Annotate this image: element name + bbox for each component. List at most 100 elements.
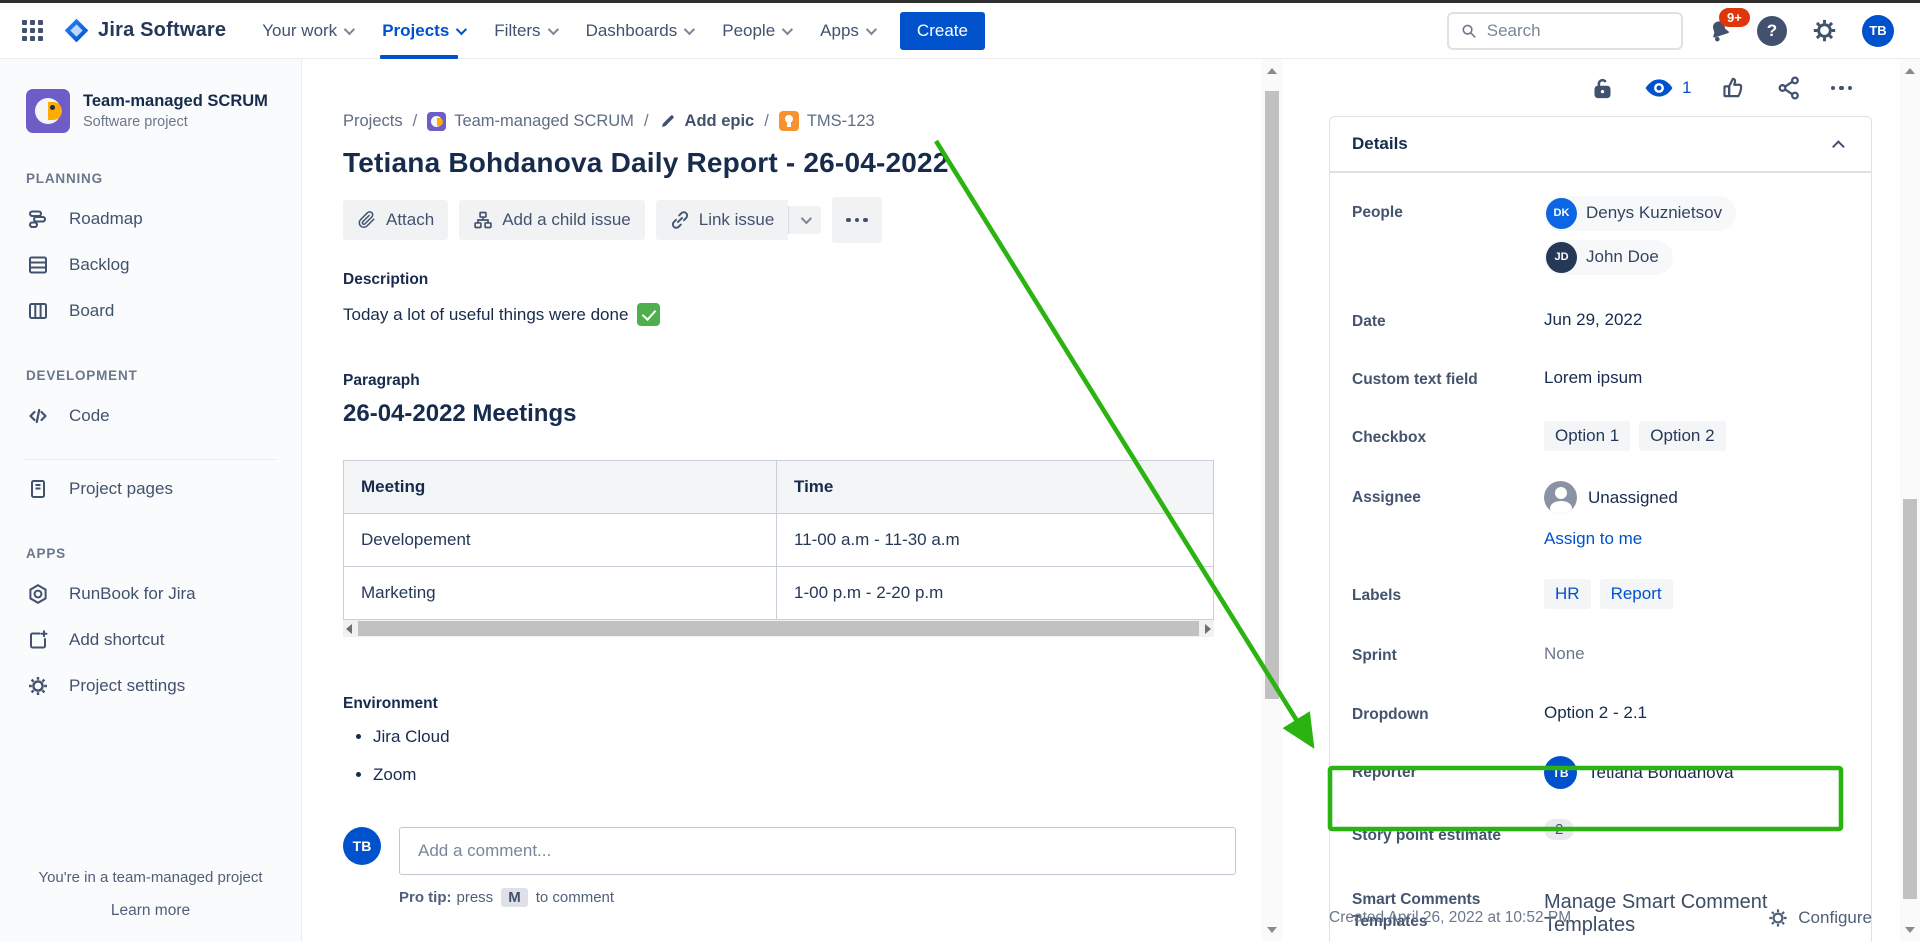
- link-issue-button[interactable]: Link issue: [656, 200, 789, 240]
- scroll-down-arrow-icon[interactable]: [1267, 927, 1277, 933]
- field-label: People: [1352, 196, 1544, 224]
- sidebar-item-backlog[interactable]: Backlog: [14, 242, 287, 288]
- details-card: Details People DK Denys Kuznietsov JD Jo…: [1329, 116, 1872, 942]
- watch-button[interactable]: 1: [1644, 77, 1691, 99]
- table-horizontal-scrollbar[interactable]: [343, 620, 1214, 637]
- checkbox-option-chip[interactable]: Option 1: [1544, 421, 1630, 451]
- comment-placeholder: Add a comment...: [418, 841, 551, 861]
- label-chip[interactable]: Report: [1600, 579, 1673, 609]
- create-button[interactable]: Create: [900, 12, 985, 50]
- sidebar-item-add-shortcut[interactable]: Add shortcut: [14, 617, 287, 663]
- nav-projects[interactable]: Projects: [382, 3, 464, 59]
- breadcrumb-issue-key[interactable]: TMS-123: [779, 111, 875, 131]
- field-story-points: Story point estimate 2: [1330, 804, 1871, 862]
- details-body: People DK Denys Kuznietsov JD John Doe D…: [1330, 173, 1871, 942]
- nav-people[interactable]: People: [722, 3, 790, 59]
- page-vertical-scrollbar[interactable]: [1900, 59, 1920, 942]
- sidebar-item-label: Project settings: [69, 676, 185, 696]
- sidebar-heading-planning: PLANNING: [14, 171, 287, 186]
- nav-dashboards[interactable]: Dashboards: [586, 3, 693, 59]
- nav-filters[interactable]: Filters: [494, 3, 555, 59]
- project-header[interactable]: Team-managed SCRUM Software project: [14, 85, 287, 137]
- people-chip[interactable]: JD John Doe: [1544, 240, 1673, 275]
- issue-action-bar: Attach Add a child issue: [343, 197, 1236, 243]
- dropdown-value[interactable]: Option 2 - 2.1: [1544, 698, 1851, 723]
- issue-type-icon: [779, 111, 799, 131]
- table-header-time: Time: [777, 461, 1214, 514]
- breadcrumb-separator: /: [764, 112, 769, 131]
- date-value[interactable]: Jun 29, 2022: [1544, 305, 1851, 330]
- configure-button[interactable]: Configure: [1767, 907, 1872, 929]
- sidebar-item-project-pages[interactable]: Project pages: [14, 466, 287, 512]
- vertical-scrollbar-thumb[interactable]: [1903, 499, 1917, 899]
- paperclip-icon: [357, 210, 377, 230]
- user-avatar[interactable]: TB: [1862, 15, 1894, 47]
- issue-main-content: Projects / Team-managed SCRUM / Add epic…: [302, 59, 1262, 942]
- unassigned-avatar-icon: [1544, 481, 1577, 514]
- horizontal-scrollbar-thumb[interactable]: [358, 621, 1199, 636]
- gear-icon: [26, 674, 50, 698]
- jira-logo[interactable]: Jira Software: [63, 17, 226, 44]
- vote-button[interactable]: [1721, 75, 1747, 101]
- learn-more-link[interactable]: Learn more: [0, 902, 301, 920]
- sprint-value[interactable]: None: [1544, 639, 1851, 664]
- table-row: Developement 11-00 a.m - 11-30 a.m: [344, 514, 1214, 567]
- reporter-value[interactable]: TB Tetiana Bohdanova: [1544, 756, 1734, 789]
- sidebar-item-runbook[interactable]: RunBook for Jira: [14, 571, 287, 617]
- search-box[interactable]: [1447, 12, 1683, 50]
- sidebar-item-code[interactable]: Code: [14, 393, 287, 439]
- avatar: DK: [1546, 198, 1577, 229]
- sidebar-item-label: Project pages: [69, 479, 173, 499]
- help-button[interactable]: ?: [1757, 16, 1787, 46]
- breadcrumb-add-epic[interactable]: Add epic: [659, 112, 755, 131]
- attach-button[interactable]: Attach: [343, 200, 448, 240]
- issue-side-panel: 1: [1300, 59, 1900, 942]
- restrictions-button[interactable]: [1590, 76, 1615, 101]
- scroll-up-arrow-icon[interactable]: [1905, 68, 1915, 74]
- panel-more-button[interactable]: [1831, 75, 1853, 101]
- scroll-down-arrow-icon[interactable]: [1905, 927, 1915, 933]
- meetings-heading: 26-04-2022 Meetings: [343, 400, 1236, 428]
- nav-apps[interactable]: Apps: [820, 3, 874, 59]
- table-header-row: Meeting Time: [344, 461, 1214, 514]
- field-label: Assignee: [1352, 481, 1544, 509]
- app-switcher-icon[interactable]: [22, 20, 43, 41]
- checkbox-option-chip[interactable]: Option 2: [1639, 421, 1725, 451]
- breadcrumb-project[interactable]: Team-managed SCRUM: [427, 112, 634, 131]
- sidebar-item-roadmap[interactable]: Roadmap: [14, 196, 287, 242]
- assignee-value[interactable]: Unassigned: [1544, 481, 1678, 514]
- chevron-down-icon: [801, 213, 812, 224]
- field-label: Dropdown: [1352, 698, 1544, 726]
- share-button[interactable]: [1776, 75, 1802, 101]
- details-header[interactable]: Details: [1330, 117, 1871, 171]
- description-text[interactable]: Today a lot of useful things were done: [343, 303, 1236, 326]
- custom-text-value[interactable]: Lorem ipsum: [1544, 363, 1851, 388]
- sidebar-footer: You're in a team-managed project Learn m…: [0, 869, 301, 920]
- notifications-button[interactable]: 9+: [1707, 18, 1733, 44]
- settings-gear-icon[interactable]: [1811, 17, 1838, 44]
- nav-your-work[interactable]: Your work: [262, 3, 352, 59]
- link-issue-dropdown-button[interactable]: [788, 206, 821, 234]
- scroll-right-arrow-icon[interactable]: [1205, 624, 1211, 634]
- add-child-issue-button[interactable]: Add a child issue: [459, 200, 645, 240]
- main-vertical-scrollbar[interactable]: [1262, 59, 1282, 942]
- breadcrumb-projects[interactable]: Projects: [343, 112, 403, 131]
- scroll-up-arrow-icon[interactable]: [1267, 68, 1277, 74]
- jira-issue-page: Jira Software Your work Projects Filters…: [0, 0, 1920, 942]
- code-icon: [26, 404, 50, 428]
- scroll-left-arrow-icon[interactable]: [346, 624, 352, 634]
- label-chip[interactable]: HR: [1544, 579, 1591, 609]
- field-custom-text: Custom text field Lorem ipsum: [1330, 348, 1871, 406]
- story-point-badge[interactable]: 2: [1544, 819, 1574, 840]
- vertical-scrollbar-thumb[interactable]: [1265, 91, 1279, 699]
- sidebar-item-board[interactable]: Board: [14, 288, 287, 334]
- assign-to-me-link[interactable]: Assign to me: [1544, 529, 1678, 549]
- comment-input[interactable]: Add a comment...: [399, 827, 1236, 875]
- sidebar-item-label: Add shortcut: [69, 630, 164, 650]
- people-chip[interactable]: DK Denys Kuznietsov: [1544, 196, 1736, 231]
- search-input[interactable]: [1487, 21, 1669, 41]
- sidebar-item-project-settings[interactable]: Project settings: [14, 663, 287, 709]
- more-actions-button[interactable]: [832, 197, 882, 243]
- add-shortcut-icon: [26, 628, 50, 652]
- notification-badge: 9+: [1719, 8, 1750, 27]
